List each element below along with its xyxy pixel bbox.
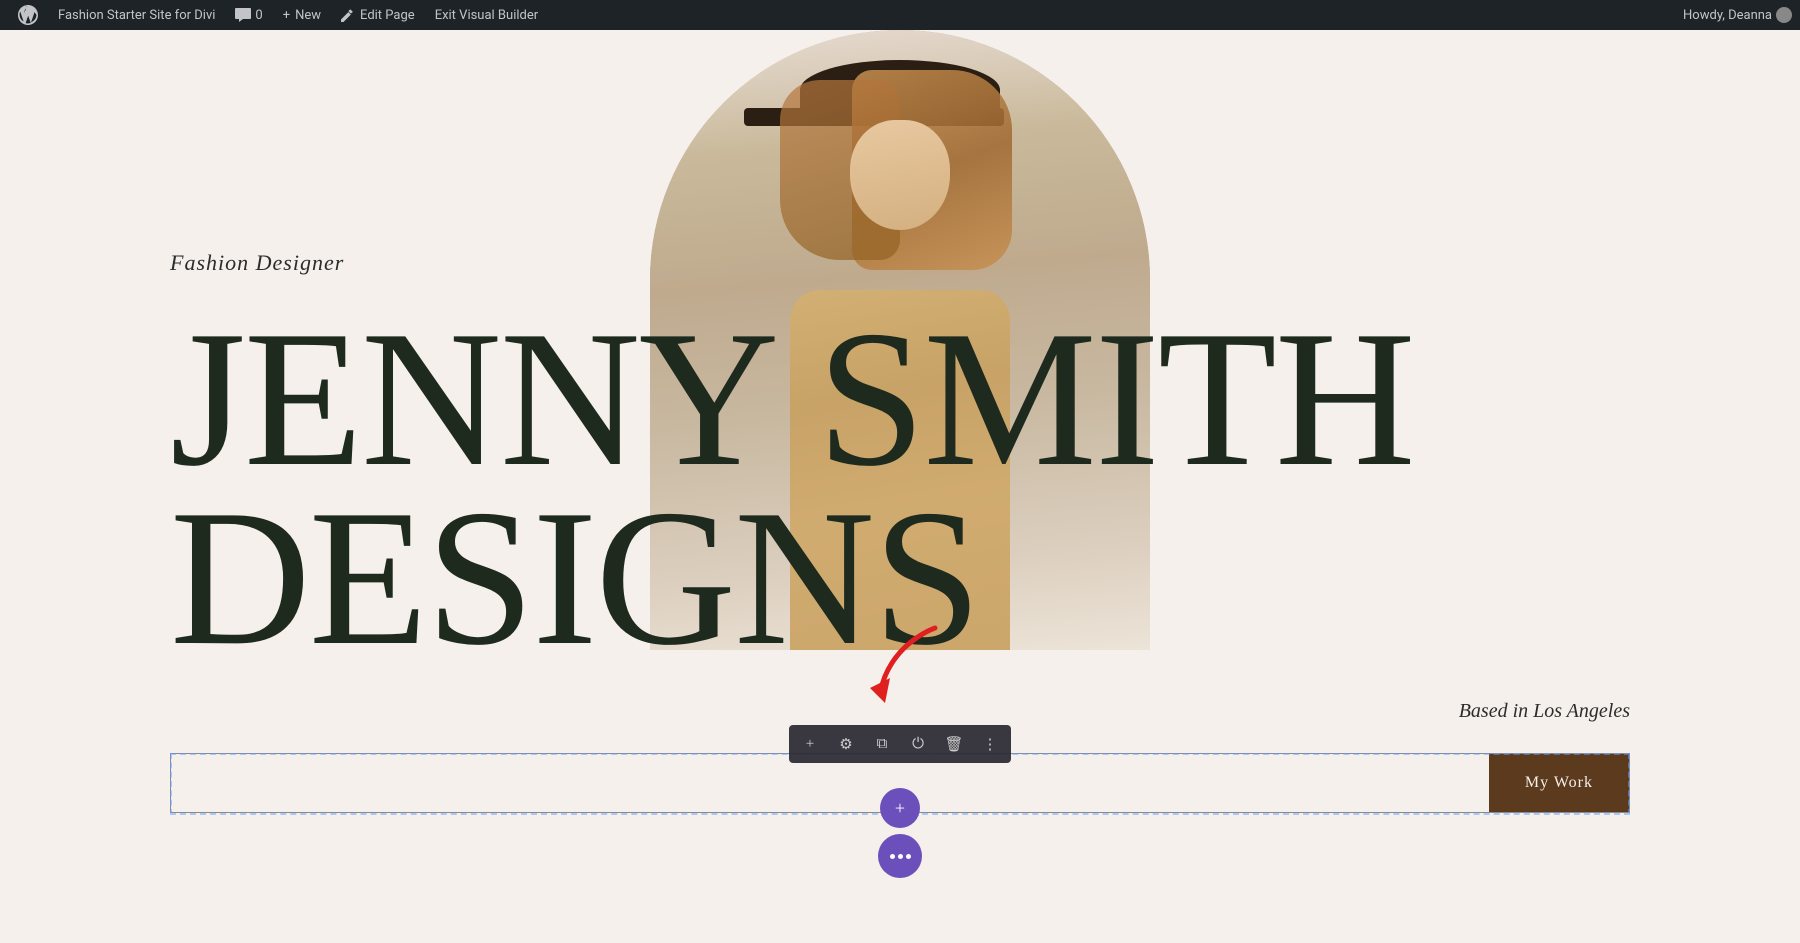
- clone-icon: ⧉: [877, 735, 888, 753]
- hero-title: JENNY SMITH DESIGNS: [170, 310, 1800, 669]
- toolbar-settings-button[interactable]: ⚙: [829, 729, 863, 759]
- toolbar-clone-button[interactable]: ⧉: [865, 729, 899, 759]
- hero-subtitle: Fashion Designer: [170, 250, 344, 276]
- howdy-text: Howdy, Deanna: [1683, 8, 1772, 23]
- site-name-text: Fashion Starter Site for Divi: [58, 8, 215, 23]
- red-arrow-indicator: [860, 623, 960, 718]
- new-menu-button[interactable]: + New: [273, 0, 331, 30]
- divi-add-section-button[interactable]: +: [880, 788, 920, 828]
- dot-2: [898, 854, 903, 859]
- settings-icon: ⚙: [839, 735, 852, 754]
- divi-options-button[interactable]: [878, 834, 922, 878]
- user-avatar[interactable]: [1776, 7, 1792, 23]
- toolbar-power-button[interactable]: ⏻: [901, 729, 935, 759]
- hero-subtitle-container: Fashion Designer: [170, 250, 344, 284]
- toolbar-more-button[interactable]: ⋮: [973, 729, 1007, 759]
- divi-row-toolbar: + ⚙ ⧉ ⏻ 🗑 ⋮: [789, 725, 1011, 763]
- new-icon: +: [283, 8, 290, 23]
- add-icon: +: [806, 736, 814, 753]
- plus-icon: +: [895, 798, 905, 819]
- page-content: Fashion Designer JENNY SMITH DESIGNS Bas…: [0, 30, 1800, 943]
- more-icon: ⋮: [983, 735, 998, 754]
- edit-page-label: Edit Page: [360, 8, 415, 23]
- admin-bar: Fashion Starter Site for Divi 0 + New Ed…: [0, 0, 1800, 30]
- exit-builder-button[interactable]: Exit Visual Builder: [425, 0, 548, 30]
- toolbar-trash-button[interactable]: 🗑: [937, 729, 971, 759]
- trash-icon: 🗑: [944, 735, 963, 754]
- new-label: New: [295, 8, 321, 23]
- hero-location: Based in Los Angeles: [1459, 700, 1630, 723]
- dot-1: [890, 854, 895, 859]
- site-name-link[interactable]: Fashion Starter Site for Divi: [48, 0, 225, 30]
- wp-logo-button[interactable]: [8, 0, 48, 30]
- exit-builder-label: Exit Visual Builder: [435, 8, 538, 23]
- hero-section: Fashion Designer JENNY SMITH DESIGNS Bas…: [0, 30, 1800, 943]
- cta-button[interactable]: My Work: [1489, 754, 1629, 812]
- hero-title-line2: DESIGNS: [170, 470, 979, 686]
- edit-page-button[interactable]: Edit Page: [331, 0, 425, 30]
- hero-title-container: JENNY SMITH DESIGNS: [0, 310, 1800, 669]
- comments-count: 0: [255, 8, 262, 23]
- comments-link[interactable]: 0: [225, 0, 272, 30]
- dot-3: [906, 854, 911, 859]
- power-icon: ⏻: [912, 735, 924, 753]
- toolbar-add-button[interactable]: +: [793, 729, 827, 759]
